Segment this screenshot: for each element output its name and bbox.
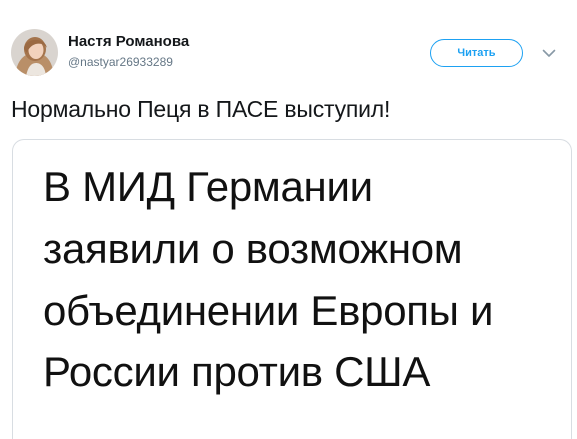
follow-button[interactable]: Читать [430, 39, 523, 67]
tweet-media-image[interactable]: В МИД Германии заявили о возможном объед… [12, 139, 572, 439]
author-display-name[interactable]: Настя Романова [68, 33, 189, 50]
media-text-line: объединении Европы и [43, 287, 494, 334]
tweet: Настя Романова @nastyar26933289 Читать Н… [0, 0, 577, 439]
user-avatar-icon [11, 29, 58, 76]
chevron-down-icon [542, 49, 556, 57]
avatar[interactable] [11, 29, 58, 76]
media-text-line: заявили о возможном [43, 225, 463, 272]
tweet-text: Нормально Пеця в ПАСЕ выступил! [11, 96, 391, 122]
tweet-menu-button[interactable] [540, 44, 558, 62]
media-text-line: В МИД Германии [43, 163, 373, 210]
media-text-line: России против США [43, 348, 431, 395]
author-handle[interactable]: @nastyar26933289 [68, 55, 173, 69]
